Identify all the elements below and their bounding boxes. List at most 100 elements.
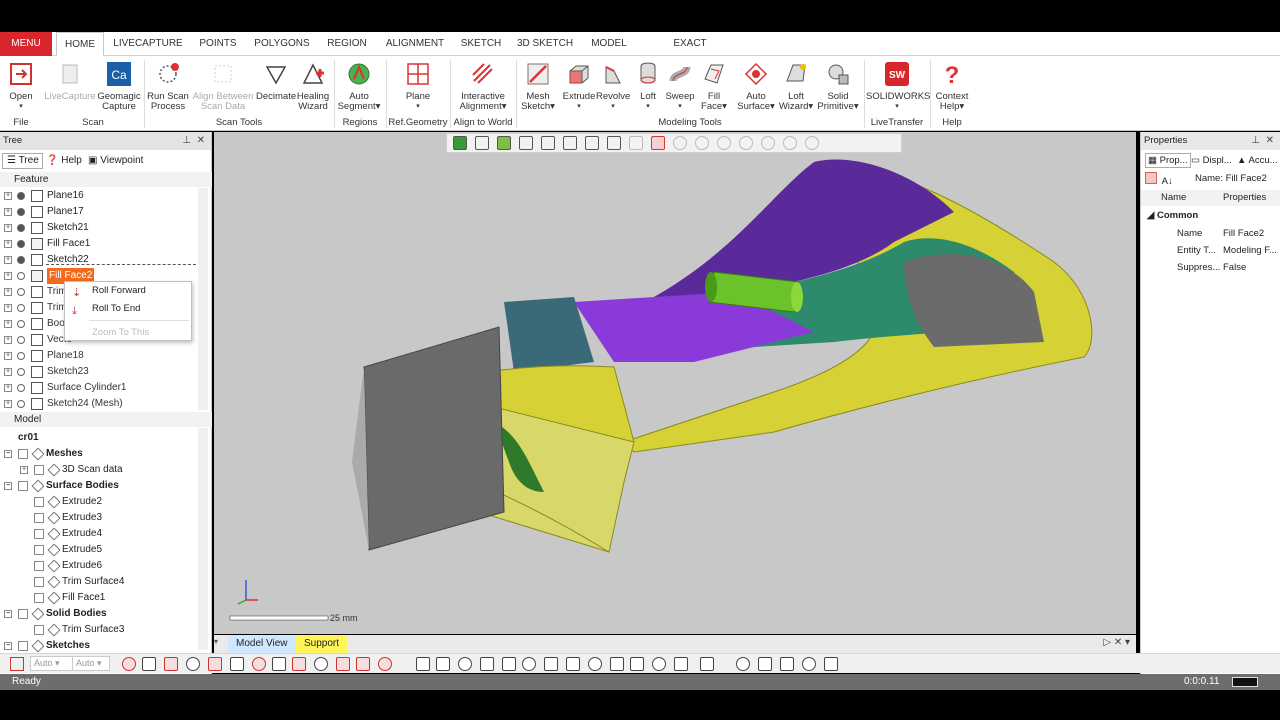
- expand-icon[interactable]: +: [4, 336, 12, 344]
- bottom-tool-icon[interactable]: [164, 657, 178, 671]
- tab-model[interactable]: MODEL: [586, 32, 632, 56]
- tab-home[interactable]: HOME: [56, 32, 104, 56]
- feature-item[interactable]: + Sketch23: [0, 364, 196, 380]
- model-root[interactable]: cr01: [18, 430, 39, 446]
- expand-icon[interactable]: +: [4, 192, 12, 200]
- tab-livecapture[interactable]: LIVECAPTURE: [110, 32, 186, 56]
- bottom-tool-icon[interactable]: [314, 657, 328, 671]
- rect-select-icon[interactable]: [651, 136, 665, 150]
- run-scan-process-button[interactable]: Run Scan Process: [146, 59, 190, 115]
- visibility-icon[interactable]: [17, 192, 25, 200]
- bottom-tool-icon[interactable]: [824, 657, 838, 671]
- tab-sketch[interactable]: SKETCH: [458, 32, 504, 56]
- bottom-tool-icon[interactable]: [378, 657, 392, 671]
- visibility-checkbox[interactable]: [34, 561, 44, 571]
- context-help-button[interactable]: ? Context Help▾: [932, 59, 972, 115]
- car-body-model[interactable]: 25 mm: [214, 132, 1136, 634]
- visibility-icon[interactable]: [17, 400, 25, 408]
- visibility-checkbox[interactable]: [18, 449, 28, 459]
- visibility-checkbox[interactable]: [34, 577, 44, 587]
- zoom-to-this-item[interactable]: Zoom To This: [65, 324, 191, 342]
- expand-icon[interactable]: +: [4, 288, 12, 296]
- expand-icon[interactable]: +: [4, 320, 12, 328]
- roll-forward-item[interactable]: ⇣ Roll Forward: [65, 282, 191, 300]
- visibility-checkbox[interactable]: [18, 609, 28, 619]
- model-item[interactable]: +3D Scan data: [0, 462, 196, 478]
- expand-icon[interactable]: +: [4, 400, 12, 408]
- expand-icon[interactable]: −: [4, 482, 12, 490]
- shading-icon[interactable]: [497, 136, 511, 150]
- decimate-button[interactable]: Decimate: [256, 59, 296, 115]
- deselect-icon[interactable]: [783, 136, 797, 150]
- feature-item[interactable]: + Plane17: [0, 204, 196, 220]
- feature-scrollbar[interactable]: [198, 188, 208, 410]
- feature-item[interactable]: + Plane16: [0, 188, 196, 204]
- paint-icon[interactable]: [739, 136, 753, 150]
- feature-item[interactable]: + Sketch22: [0, 252, 196, 268]
- property-row[interactable]: Entity T... Modeling F...: [1141, 243, 1280, 259]
- bottom-tool-icon[interactable]: [208, 657, 222, 671]
- model-item[interactable]: Extrude2: [0, 494, 196, 510]
- visibility-icon[interactable]: [17, 304, 25, 312]
- category-sort-icon[interactable]: [1145, 172, 1157, 184]
- roll-to-end-item[interactable]: ⤓ Roll To End: [65, 300, 191, 318]
- bottom-tool-icon[interactable]: [336, 657, 350, 671]
- visibility-icon[interactable]: [17, 336, 25, 344]
- brush-icon[interactable]: [717, 136, 731, 150]
- tab-model-view[interactable]: Model View: [228, 635, 296, 653]
- tab-polygons[interactable]: POLYGONS: [250, 32, 314, 56]
- visibility-checkbox[interactable]: [34, 529, 44, 539]
- bottom-tool-icon[interactable]: [652, 657, 666, 671]
- expand-icon[interactable]: +: [20, 466, 28, 474]
- auto-dropdown-1[interactable]: Auto ▾: [30, 656, 76, 671]
- visibility-checkbox[interactable]: [34, 513, 44, 523]
- bottom-tool-icon[interactable]: [544, 657, 558, 671]
- feature-item[interactable]: + Surface Cylinder1: [0, 380, 196, 396]
- section-common[interactable]: ◢ Common: [1147, 210, 1198, 221]
- healing-wizard-button[interactable]: Healing Wizard: [296, 59, 330, 115]
- circle-select-icon[interactable]: [673, 136, 687, 150]
- expand-icon[interactable]: +: [4, 352, 12, 360]
- bottom-tool-icon[interactable]: [252, 657, 266, 671]
- bottom-tool-icon[interactable]: [416, 657, 430, 671]
- open-button[interactable]: Open ▾: [4, 59, 38, 115]
- visibility-icon[interactable]: [17, 208, 25, 216]
- view-top-icon[interactable]: [563, 136, 577, 150]
- model-item[interactable]: Trim Surface4: [0, 574, 196, 590]
- freeform-icon[interactable]: [761, 136, 775, 150]
- bottom-tool-icon[interactable]: [736, 657, 750, 671]
- visibility-icon[interactable]: [17, 224, 25, 232]
- feature-item[interactable]: + Sketch21: [0, 220, 196, 236]
- bottom-tool-icon[interactable]: [272, 657, 286, 671]
- expand-icon[interactable]: +: [4, 208, 12, 216]
- auto-dropdown-2[interactable]: Auto ▾: [72, 656, 110, 671]
- scroll-down-icon[interactable]: ▾: [214, 637, 226, 646]
- model-item[interactable]: Fill Face1: [0, 590, 196, 606]
- expand-icon[interactable]: −: [4, 642, 12, 650]
- visibility-checkbox[interactable]: [34, 497, 44, 507]
- extra-icon[interactable]: [805, 136, 819, 150]
- visibility-icon[interactable]: [17, 352, 25, 360]
- bottom-tool-icon[interactable]: [186, 657, 200, 671]
- tab-support[interactable]: Support: [296, 635, 348, 653]
- select-mode-icon[interactable]: [10, 657, 24, 671]
- loft-wizard-button[interactable]: Loft Wizard▾: [776, 59, 816, 115]
- model-group[interactable]: − Sketches: [0, 638, 196, 654]
- visibility-icon[interactable]: [17, 288, 25, 296]
- geomagic-capture-button[interactable]: Ca Geomagic Capture: [96, 59, 142, 115]
- loft-button[interactable]: Loft ▾: [632, 59, 664, 115]
- view-iso-icon[interactable]: [607, 136, 621, 150]
- sweep-button[interactable]: Sweep ▾: [664, 59, 696, 115]
- feature-item[interactable]: + Sketch24 (Mesh): [0, 396, 196, 412]
- tab-exact-surfacing[interactable]: EXACT SURFACING: [644, 32, 736, 73]
- tab-help[interactable]: ❓ Help: [46, 155, 82, 166]
- tab-region[interactable]: REGION: [322, 32, 372, 56]
- bottom-tool-icon[interactable]: [142, 657, 156, 671]
- property-row[interactable]: Name Fill Face2: [1141, 226, 1280, 242]
- view-box-icon[interactable]: [519, 136, 533, 150]
- tab-alignment[interactable]: ALIGNMENT: [382, 32, 448, 56]
- expand-icon[interactable]: +: [4, 368, 12, 376]
- 3d-viewport[interactable]: 25 mm: [214, 132, 1136, 634]
- model-group[interactable]: − Surface Bodies: [0, 478, 196, 494]
- visibility-checkbox[interactable]: [34, 465, 44, 475]
